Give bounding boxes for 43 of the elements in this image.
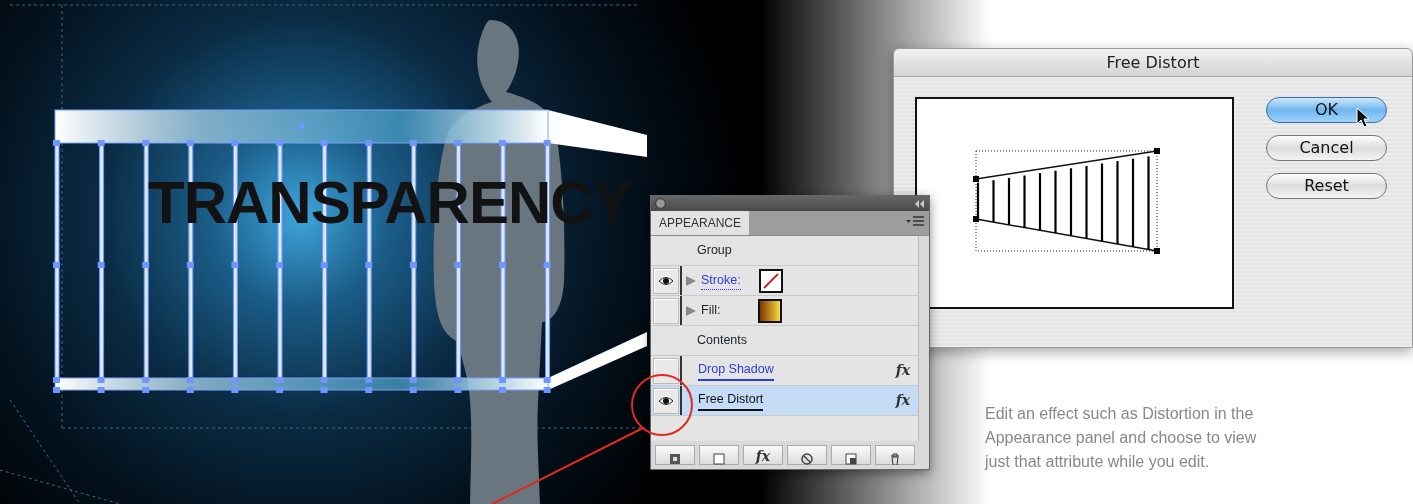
- panel-row[interactable]: Free Distort fx: [651, 386, 918, 416]
- panel-row[interactable]: Contents: [651, 326, 918, 356]
- add-fill-button[interactable]: [699, 445, 739, 465]
- dialog-button[interactable]: Cancel: [1266, 135, 1387, 161]
- dialog-button[interactable]: OK: [1266, 97, 1387, 123]
- panel-row[interactable]: Stroke:: [651, 266, 918, 296]
- effect-icon[interactable]: fx: [895, 360, 910, 381]
- duplicate-button[interactable]: [831, 445, 871, 465]
- callout-circle: [631, 374, 693, 436]
- row-label[interactable]: Drop Shadow: [698, 360, 774, 381]
- square-icon: [669, 452, 681, 465]
- menu-icon[interactable]: [905, 215, 925, 229]
- panel-row[interactable]: Fill:: [651, 296, 918, 326]
- row-label: Group: [697, 242, 732, 260]
- add-stroke-button[interactable]: [655, 445, 695, 465]
- square-icon: [713, 452, 725, 465]
- trash-icon: [889, 452, 901, 465]
- panel-row[interactable]: Group: [651, 236, 918, 266]
- delete-button[interactable]: [875, 445, 915, 465]
- eye-icon[interactable]: [653, 388, 679, 414]
- dialog-title: Free Distort: [894, 49, 1412, 77]
- no-sign-icon: [801, 452, 813, 465]
- eye-icon[interactable]: [653, 268, 679, 294]
- dialog-button[interactable]: Reset: [1266, 173, 1387, 199]
- expand-icon[interactable]: [685, 304, 697, 317]
- collapse-icon[interactable]: [914, 199, 925, 208]
- row-label[interactable]: Stroke:: [701, 270, 741, 291]
- visibility-toggle[interactable]: [653, 358, 679, 384]
- visibility-toggle[interactable]: [653, 298, 679, 324]
- gradient-swatch[interactable]: [758, 298, 783, 323]
- expand-icon[interactable]: [685, 274, 697, 287]
- clear-button[interactable]: [787, 445, 827, 465]
- row-label[interactable]: Fill:: [701, 301, 721, 320]
- close-icon[interactable]: [655, 198, 666, 209]
- panel-tab[interactable]: APPEARANCE: [651, 211, 750, 235]
- pointer-icon: [1355, 107, 1371, 129]
- row-label: Contents: [697, 332, 748, 350]
- row-label[interactable]: Free Distort: [698, 390, 764, 411]
- effect-icon[interactable]: fx: [895, 390, 910, 411]
- no-color-swatch[interactable]: [758, 268, 783, 293]
- add-effect-button[interactable]: fx: [743, 445, 783, 465]
- new-item-icon: [845, 452, 857, 465]
- caption-text: Edit an effect such as Distortion in the Appearance panel and choose to view just that attribute while you edit.: [985, 404, 1258, 472]
